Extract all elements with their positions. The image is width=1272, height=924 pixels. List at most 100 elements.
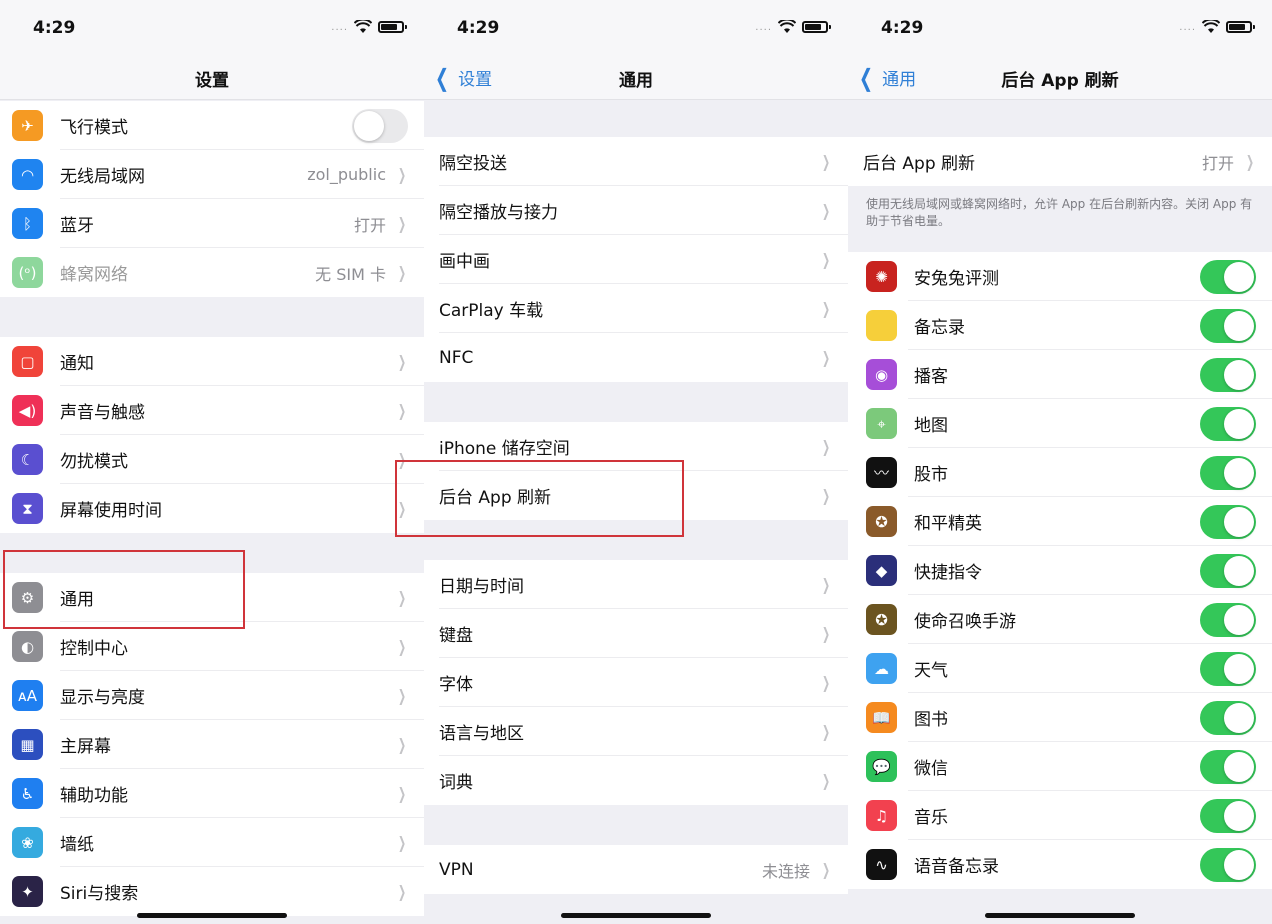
general-row[interactable]: iPhone 储存空间 ❯ (424, 422, 848, 471)
books-icon: 📖 (866, 702, 897, 733)
row-label: iPhone 储存空间 (439, 439, 570, 459)
chevron-right-icon: ❯ (398, 263, 407, 282)
app-refresh-toggle[interactable] (1200, 406, 1256, 441)
siri-icon: ✦ (12, 876, 43, 907)
app-refresh-toggle[interactable] (1200, 651, 1256, 686)
toggle-knob (1224, 310, 1254, 341)
settings-row-wifi[interactable]: ◠ 无线局域网 zol_public ❯ (0, 150, 424, 199)
battery-icon (378, 21, 407, 33)
app-name: 使命召唤手游 (914, 612, 1016, 632)
app-row: 💬 微信 (848, 742, 1272, 791)
app-refresh-toggle[interactable] (1200, 308, 1256, 343)
chevron-right-icon: ❯ (398, 588, 407, 607)
apps-group: ✺ 安兔兔评测 备忘录 ◉ 播客 ⌖ 地图〰股市 ✪ 和平精英 ◆ 快捷指令 ✪ 使命召唤手游 ☁ 天气 📖 图… (848, 252, 1272, 889)
stocks-icon: 〰 (866, 457, 897, 488)
row-label: 无线局域网 (60, 167, 145, 187)
chevron-right-icon: ❯ (822, 201, 831, 220)
settings-row-accessibility[interactable]: ♿ 辅助功能 ❯ (0, 769, 424, 818)
settings-row-notifications[interactable]: ▢ 通知 ❯ (0, 337, 424, 386)
app-refresh-toggle[interactable] (1200, 602, 1256, 637)
row-label: 控制中心 (60, 639, 128, 659)
general-panel: 4:29 .... ❮ 设置 通用 隔空投送 ❯ 隔空播放与接力 ❯ 画中画 ❯ CarPl… (424, 0, 848, 924)
status-bar: 4:29 .... (848, 0, 1272, 56)
app-row: 备忘录 (848, 301, 1272, 350)
app-refresh-toggle[interactable] (1200, 455, 1256, 490)
row-label: CarPlay 车载 (439, 301, 544, 321)
settings-row-airplane[interactable]: ✈ 飞行模式 (0, 101, 424, 150)
toggle-knob (1224, 457, 1254, 488)
settings-row-gear[interactable]: ⚙ 通用 ❯ (0, 573, 424, 622)
general-row[interactable]: CarPlay 车载 ❯ (424, 284, 848, 333)
general-row[interactable]: 键盘 ❯ (424, 609, 848, 658)
chevron-right-icon: ❯ (822, 348, 831, 367)
general-row[interactable]: 后台 App 刷新 ❯ (424, 471, 848, 520)
row-label: 语言与地区 (439, 724, 524, 744)
gear-icon: ⚙ (12, 582, 43, 613)
airplane-mode-toggle[interactable] (352, 108, 408, 143)
row-label: 声音与触感 (60, 403, 145, 423)
battery-icon (1226, 21, 1255, 33)
app-refresh-toggle[interactable] (1200, 798, 1256, 833)
chevron-right-icon: ❯ (822, 575, 831, 594)
accessibility-icon: ♿ (12, 778, 43, 809)
general-list: 隔空投送 ❯ 隔空播放与接力 ❯ 画中画 ❯ CarPlay 车载 ❯ NFC ❯ iPhone 储… (424, 101, 848, 924)
row-value: zol_public (307, 165, 386, 184)
wifi-icon (1202, 20, 1220, 33)
toggle-knob (1224, 751, 1254, 782)
settings-row-display[interactable]: ᴀA 显示与亮度 ❯ (0, 671, 424, 720)
section-gap (848, 101, 1272, 137)
chevron-right-icon: ❯ (822, 299, 831, 318)
settings-row-sound[interactable]: ◀) 声音与触感 ❯ (0, 386, 424, 435)
row-label: 后台 App 刷新 (863, 154, 976, 174)
general-row[interactable]: 隔空投送 ❯ (424, 137, 848, 186)
background-refresh-row[interactable]: 后台 App 刷新 打开 ❯ (848, 137, 1272, 186)
signal-icon: .... (331, 21, 348, 33)
app-row: ⌖ 地图 (848, 399, 1272, 448)
home-screen-icon: ▦ (12, 729, 43, 760)
app-row: ◆ 快捷指令 (848, 546, 1272, 595)
row-label: VPN (439, 859, 474, 880)
settings-row-cellular[interactable]: (ᵒ) 蜂窝网络 无 SIM 卡 ❯ (0, 248, 424, 297)
app-refresh-toggle[interactable] (1200, 259, 1256, 294)
general-row[interactable]: VPN 未连接 ❯ (424, 845, 848, 894)
app-refresh-toggle[interactable] (1200, 700, 1256, 735)
row-label: 词典 (439, 773, 473, 793)
settings-row-siri[interactable]: ✦ Siri与搜索 ❯ (0, 867, 424, 916)
chevron-right-icon: ❯ (822, 250, 831, 269)
toggle-knob (1224, 408, 1254, 439)
general-row[interactable]: 词典 ❯ (424, 756, 848, 805)
app-refresh-toggle[interactable] (1200, 749, 1256, 784)
status-time: 4:29 (33, 18, 76, 38)
app-refresh-toggle[interactable] (1200, 504, 1256, 539)
settings-row-home-screen[interactable]: ▦ 主屏幕 ❯ (0, 720, 424, 769)
general-row[interactable]: 隔空播放与接力 ❯ (424, 186, 848, 235)
status-bar: 4:29 .... (424, 0, 848, 56)
app-refresh-toggle[interactable] (1200, 553, 1256, 588)
row-label: 辅助功能 (60, 786, 128, 806)
game-cod-icon: ✪ (866, 604, 897, 635)
status-time: 4:29 (457, 18, 500, 38)
general-row[interactable]: 画中画 ❯ (424, 235, 848, 284)
settings-row-hourglass[interactable]: ⧗ 屏幕使用时间 ❯ (0, 484, 424, 533)
settings-row-bluetooth[interactable]: ᛒ 蓝牙 打开 ❯ (0, 199, 424, 248)
nav-bar: 设置 (0, 56, 424, 100)
row-label: 显示与亮度 (60, 688, 145, 708)
page-title: 设置 (195, 71, 229, 91)
battery-icon (802, 21, 831, 33)
general-row[interactable]: 语言与地区 ❯ (424, 707, 848, 756)
general-row[interactable]: 日期与时间 ❯ (424, 560, 848, 609)
settings-row-moon[interactable]: ☾ 勿扰模式 ❯ (0, 435, 424, 484)
app-refresh-toggle[interactable] (1200, 357, 1256, 392)
page-title: 通用 (619, 71, 653, 91)
app-refresh-toggle[interactable] (1200, 847, 1256, 882)
signal-icon: .... (1179, 21, 1196, 33)
general-row[interactable]: 字体 ❯ (424, 658, 848, 707)
toggle-knob (1224, 653, 1254, 684)
settings-row-wallpaper[interactable]: ❀ 墙纸 ❯ (0, 818, 424, 867)
chevron-right-icon: ❯ (822, 152, 831, 171)
settings-row-control-center[interactable]: ◐ 控制中心 ❯ (0, 622, 424, 671)
general-row[interactable]: NFC ❯ (424, 333, 848, 382)
app-row: 〰股市 (848, 448, 1272, 497)
app-row: ◉ 播客 (848, 350, 1272, 399)
toggle-knob (1224, 800, 1254, 831)
